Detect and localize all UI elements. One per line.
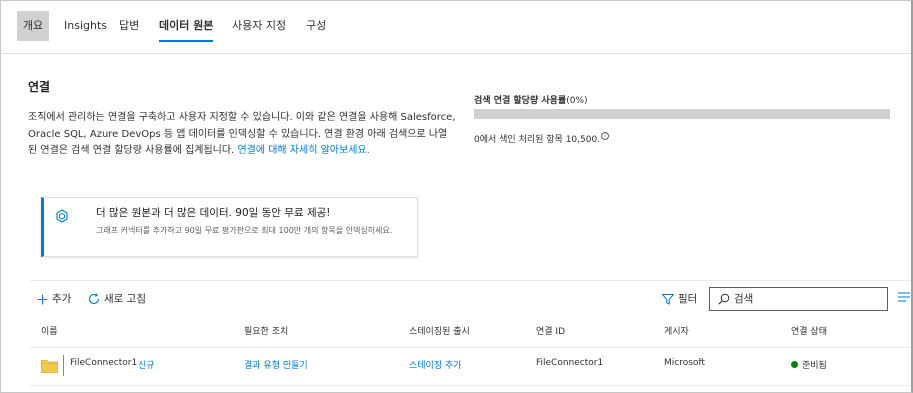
list-view-icon[interactable]	[898, 292, 910, 302]
promo-title: 더 많은 원본과 더 많은 데이터. 90일 동안 무료 제공!	[96, 207, 331, 219]
filter-label: 필터	[678, 293, 698, 305]
connection-name[interactable]: FileConnector1	[70, 358, 137, 368]
search-box[interactable]	[709, 287, 888, 311]
filter-icon	[662, 293, 674, 305]
publisher-value: Microsoft	[664, 358, 705, 368]
info-icon[interactable]: i	[601, 132, 610, 140]
connector-icon	[56, 209, 68, 223]
row-divider	[30, 385, 911, 386]
new-badge: 신규	[138, 361, 155, 371]
quota-progress-bar	[474, 109, 890, 119]
learn-more-link[interactable]: 연결에 대해 자세히 알아보세요.	[237, 145, 369, 156]
plus-icon	[37, 294, 48, 304]
column-header-staged-rollout[interactable]: 스테이징된 출시	[409, 324, 470, 337]
quota-items-text: 0에서 색인 처리된 항목 10,500. i	[474, 132, 610, 145]
create-result-type-link[interactable]: 결과 유형 만들기	[244, 358, 308, 371]
tab-configuration[interactable]: 구성	[302, 11, 330, 41]
filter-button[interactable]: 필터	[662, 291, 697, 307]
tab-insights[interactable]: Insights	[60, 11, 111, 41]
add-button[interactable]: 추가	[37, 291, 71, 307]
quota-items-value: 0에서 색인 처리된 항목 10,500.	[474, 135, 601, 145]
tab-bar: 개요 Insights 답변 데이터 원본 사용자 지정 구성	[0, 0, 911, 54]
folder-icon	[41, 360, 58, 373]
quota-percent: (0%)	[566, 96, 588, 106]
status-label: 준비됨	[802, 361, 827, 371]
search-icon	[718, 293, 730, 305]
refresh-icon	[88, 293, 100, 305]
refresh-label: 새로 고침	[104, 293, 146, 305]
section-title: 연결	[28, 80, 51, 94]
toolbar-divider	[30, 280, 911, 281]
promo-card: 더 많은 원본과 더 많은 데이터. 90일 동안 무료 제공! 그래프 커넥터…	[41, 197, 418, 257]
tab-data-sources[interactable]: 데이터 원본	[155, 11, 217, 41]
status-ready-dot	[791, 361, 798, 368]
column-header-required-action[interactable]: 필요한 조치	[244, 324, 288, 337]
search-input[interactable]	[734, 291, 884, 307]
add-label: 추가	[52, 293, 72, 305]
column-header-publisher[interactable]: 게시자	[664, 324, 689, 337]
column-header-connection-status[interactable]: 연결 상태	[791, 324, 827, 337]
add-staging-link[interactable]: 스테이징 추가	[409, 358, 462, 371]
header-divider	[30, 347, 911, 348]
column-header-name[interactable]: 이름	[41, 324, 58, 337]
promo-text: 그래프 커넥터를 추가하고 90일 무료 평가판으로 최대 100만 개의 항목…	[96, 226, 393, 235]
connection-id-value: FileConnector1	[536, 358, 604, 368]
refresh-button[interactable]: 새로 고침	[88, 291, 146, 307]
status-cell: 준비됨	[791, 358, 827, 371]
tab-answers[interactable]: 답변	[115, 11, 143, 41]
tab-customize[interactable]: 사용자 지정	[228, 11, 290, 41]
quota-label: 검색 연결 할당량 사용률(0%)	[474, 93, 588, 106]
column-header-connection-id[interactable]: 연결 ID	[536, 324, 565, 337]
quota-label-text: 검색 연결 할당량 사용률	[474, 96, 567, 106]
tab-overview[interactable]: 개요	[17, 11, 49, 41]
connections-description: 조직에서 관리하는 연결을 구축하고 사용자 지정할 수 있습니다. 이와 같은…	[28, 110, 456, 160]
row-selection-divider	[63, 355, 64, 376]
active-tab-indicator	[159, 40, 213, 42]
